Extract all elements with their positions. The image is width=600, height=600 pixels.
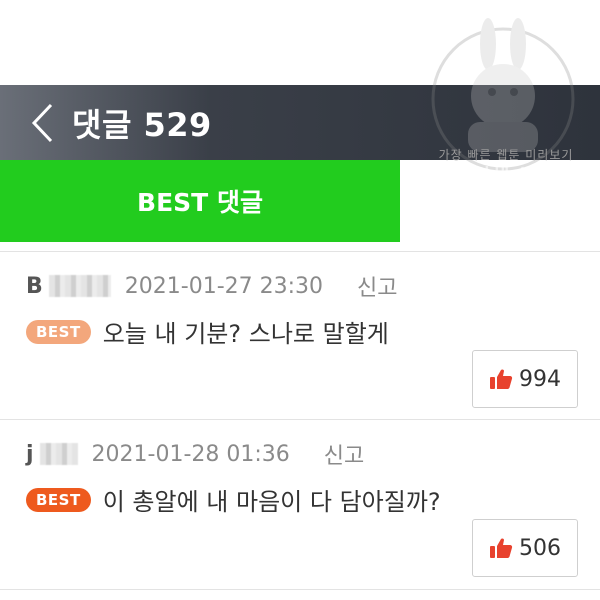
comment-date: 2021-01-28 01:36 [91, 441, 290, 467]
list-item: B 2021-01-27 23:30 신고 BEST 오늘 내 기분? 스나로 … [0, 251, 600, 420]
watermark-title: 구글검색 뉴토끼 [433, 164, 577, 188]
like-button[interactable]: 994 [472, 350, 578, 408]
comment-author: j [26, 441, 34, 467]
list-item [0, 589, 600, 600]
page-title: 댓글 529 [72, 105, 212, 144]
comment-body: BEST 이 총알에 내 마음이 다 담아질까? [26, 482, 441, 517]
comment-text: 오늘 내 기분? 스나로 말할게 [102, 320, 389, 348]
author-blur-mask [39, 443, 78, 465]
best-badge: BEST [26, 319, 91, 344]
comments-screen: 댓글 529 BEST 댓글 B 2021-01-27 23:30 신고 BES… [0, 0, 600, 600]
chevron-left-icon [31, 103, 53, 142]
tab-best-comments[interactable]: BEST 댓글 [0, 160, 400, 242]
comment-body: BEST 오늘 내 기분? 스나로 말할게 [26, 314, 389, 349]
comment-date: 2021-01-27 23:30 [124, 273, 324, 299]
back-button[interactable] [22, 103, 62, 143]
thumbs-up-icon [490, 538, 513, 558]
like-count: 506 [519, 535, 561, 561]
comment-text: 이 총알에 내 마음이 다 담아질까? [102, 488, 441, 516]
like-button[interactable]: 506 [472, 519, 578, 577]
author-blur-mask [48, 275, 111, 297]
comment-author: B [26, 273, 43, 299]
thumbs-up-icon [490, 369, 513, 389]
like-count: 994 [519, 366, 561, 392]
comment-meta: j 2021-01-28 01:36 신고 [26, 438, 364, 470]
report-link[interactable]: 신고 [324, 438, 364, 470]
list-item: j 2021-01-28 01:36 신고 BEST 이 총알에 내 마음이 다… [0, 419, 600, 590]
best-badge: BEST [26, 487, 91, 512]
comment-meta: B 2021-01-27 23:30 신고 [26, 270, 398, 302]
report-link[interactable]: 신고 [357, 270, 397, 302]
